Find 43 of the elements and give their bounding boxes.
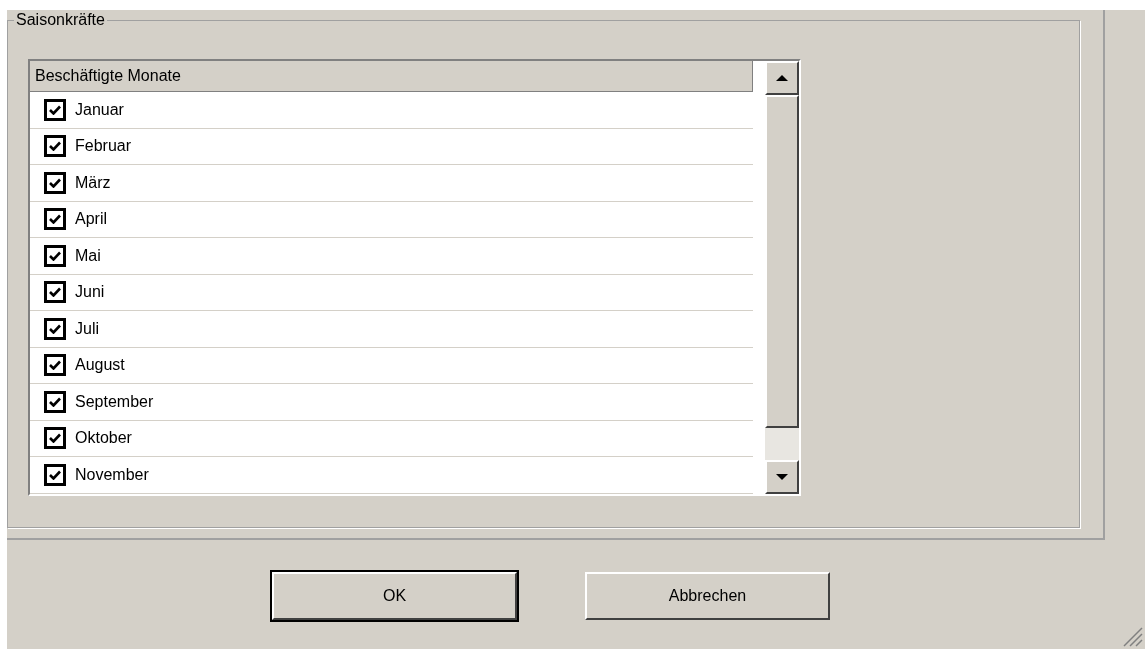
check-icon <box>49 433 61 444</box>
dialog-button[interactable]: OK <box>272 572 517 620</box>
check-icon <box>49 469 61 480</box>
check-icon <box>49 104 61 115</box>
check-icon <box>49 323 61 334</box>
checkbox[interactable] <box>44 135 66 158</box>
month-label: April <box>75 209 107 230</box>
check-icon <box>49 396 61 407</box>
month-label: August <box>75 355 125 376</box>
scroll-up-button[interactable] <box>765 61 799 95</box>
down-arrow-icon <box>776 474 788 480</box>
check-icon <box>49 287 61 298</box>
checkbox[interactable] <box>44 463 66 486</box>
month-label: November <box>75 464 149 485</box>
month-label: September <box>75 391 154 412</box>
column-header[interactable]: Beschäftigte Monate <box>30 61 753 92</box>
checkbox[interactable] <box>44 171 66 194</box>
check-icon <box>49 141 61 152</box>
checkbox[interactable] <box>44 317 66 340</box>
resize-grip-icon <box>1121 625 1143 647</box>
checkbox[interactable] <box>44 427 66 450</box>
month-label: März <box>75 172 111 193</box>
check-icon <box>49 214 61 225</box>
checkbox[interactable] <box>44 390 66 413</box>
checkbox[interactable] <box>44 208 66 231</box>
up-arrow-icon <box>776 75 788 81</box>
month-label: Juni <box>75 282 105 303</box>
checkbox[interactable] <box>44 354 66 377</box>
checkbox[interactable] <box>44 281 66 304</box>
check-icon <box>49 360 61 371</box>
checkbox[interactable] <box>44 244 66 267</box>
month-label: Februar <box>75 136 132 157</box>
month-label: Januar <box>75 99 124 120</box>
dialog-button[interactable]: Abbrechen <box>585 572 830 620</box>
month-label: Mai <box>75 245 101 266</box>
checkbox[interactable] <box>44 98 66 121</box>
month-label: Juli <box>75 318 99 339</box>
scroll-down-button[interactable] <box>765 460 799 494</box>
check-icon <box>49 177 61 188</box>
month-label: Oktober <box>75 428 132 449</box>
check-icon <box>49 250 61 261</box>
scrollbar[interactable] <box>765 61 799 494</box>
scroll-thumb[interactable] <box>765 95 799 428</box>
